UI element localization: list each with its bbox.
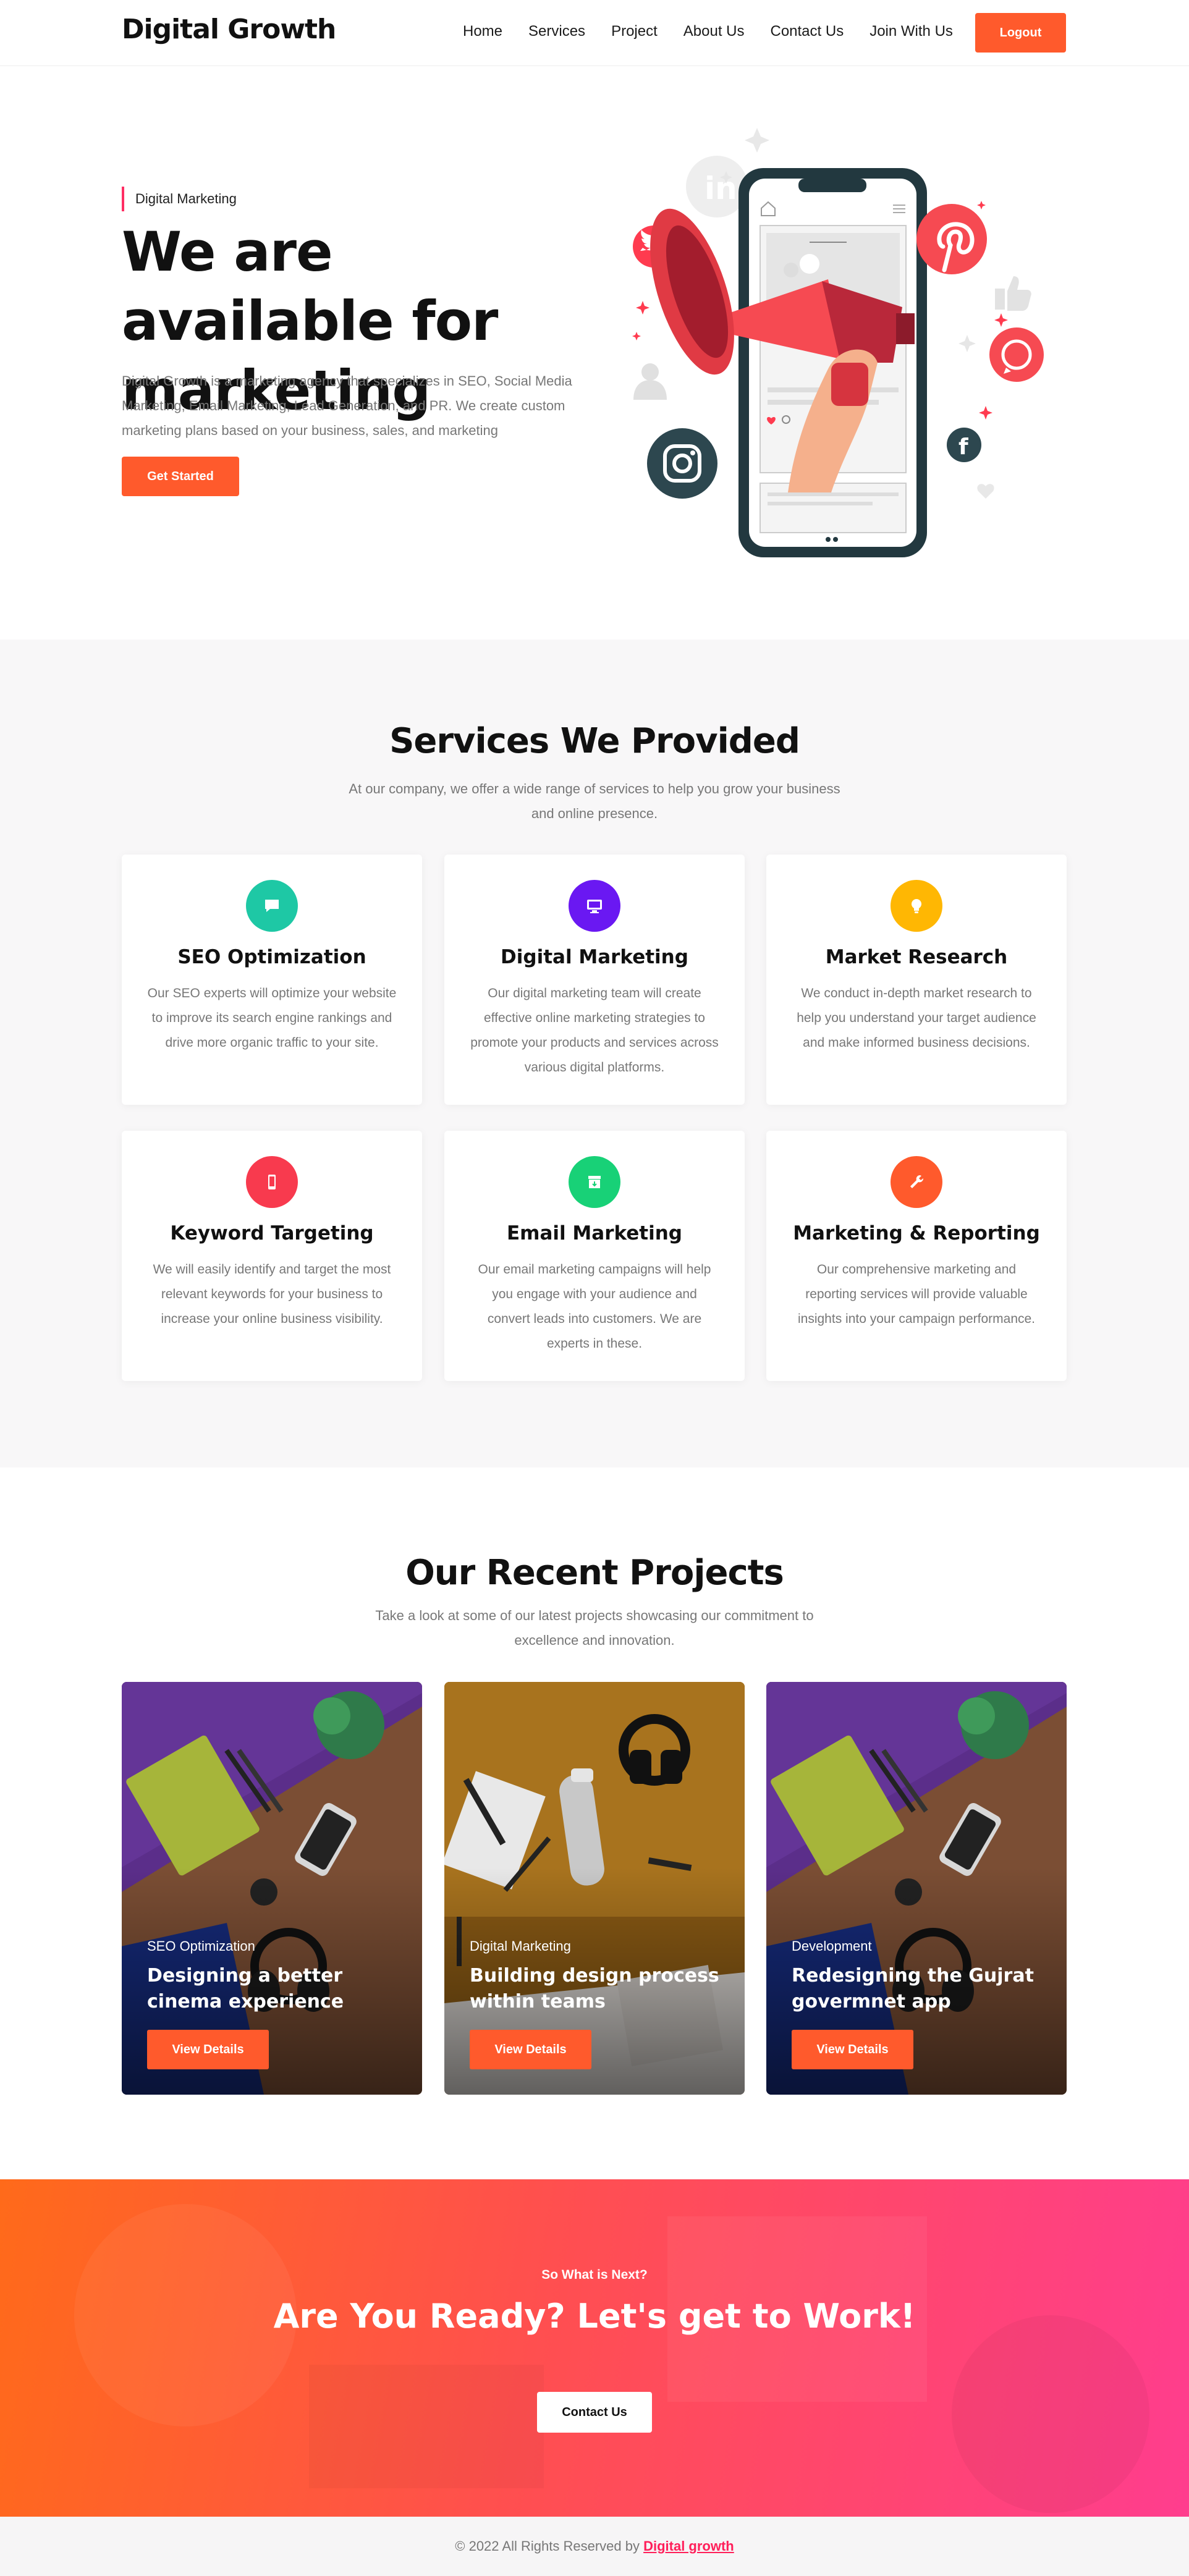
wrench-icon	[891, 1156, 942, 1208]
project-card-3[interactable]: Development Redesigning the Gujrat gover…	[766, 1682, 1067, 2095]
projects-title: Our Recent Projects	[405, 1553, 784, 1593]
services-subtitle: At our company, we offer a wide range of…	[349, 781, 840, 821]
service-card-title: Market Research	[825, 946, 1008, 968]
marketing-illustration: in f	[632, 128, 1044, 557]
copyright-text: © 2022 All Rights Reserved by	[455, 2538, 644, 2554]
cta-pretitle: So What is Next?	[541, 2268, 648, 2282]
service-card-text: Our SEO experts will optimize your websi…	[147, 986, 397, 1050]
monitor-icon	[569, 880, 620, 932]
mobile-icon	[246, 1156, 298, 1208]
view-details-button[interactable]: View Details	[470, 2030, 591, 2069]
top-navbar: Digital Growth Home Services Project Abo…	[0, 0, 1189, 66]
project-category: Digital Marketing	[470, 1938, 571, 1954]
nav-item-join-with-us[interactable]: Join With Us	[870, 23, 953, 40]
service-card-text: Our digital marketing team will create e…	[470, 986, 719, 1075]
service-card-marketing-reporting[interactable]: Marketing & Reporting Our comprehensive …	[766, 1131, 1067, 1381]
project-category: Development	[792, 1938, 872, 1954]
view-details-button[interactable]: View Details	[792, 2030, 913, 2069]
lightbulb-icon	[891, 880, 942, 932]
project-card-1[interactable]: SEO Optimization Designing a better cine…	[122, 1682, 422, 2095]
cta-background-texture	[74, 2204, 1149, 2513]
cta-title: Are You Ready? Let's get to Work!	[273, 2297, 916, 2336]
service-card-market-research[interactable]: Market Research We conduct in-depth mark…	[766, 855, 1067, 1105]
service-card-text: We will easily identify and target the m…	[153, 1262, 391, 1326]
projects-section: Our Recent Projects Take a look at some …	[0, 1467, 1189, 2179]
logout-button[interactable]: Logout	[975, 13, 1066, 53]
main-menu: Home Services Project About Us Contact U…	[463, 23, 979, 40]
nav-item-home[interactable]: Home	[463, 23, 502, 40]
user-icon	[641, 363, 659, 381]
cta-banner: So What is Next? Are You Ready? Let's ge…	[0, 2179, 1189, 2517]
svg-text:f: f	[958, 434, 968, 460]
hero-section: Digital Marketing We are available for m…	[0, 66, 1189, 640]
services-section: Services We Provided At our company, we …	[0, 640, 1189, 1467]
view-details-button[interactable]: View Details	[147, 2030, 269, 2069]
projects-subtitle: Take a look at some of our latest projec…	[375, 1608, 814, 1648]
project-category: SEO Optimization	[147, 1938, 255, 1954]
chat-icon	[246, 880, 298, 932]
nav-item-services[interactable]: Services	[528, 23, 585, 40]
svg-text:in: in	[705, 171, 737, 206]
service-card-keyword-targeting[interactable]: Keyword Targeting We will easily identif…	[122, 1131, 422, 1381]
service-card-text: Our comprehensive marketing and reportin…	[797, 1262, 1036, 1326]
service-card-text: We conduct in-depth market research to h…	[797, 986, 1036, 1050]
nav-item-contact-us[interactable]: Contact Us	[770, 23, 844, 40]
sparkle-icon	[745, 128, 769, 153]
pinterest-icon	[916, 204, 987, 274]
footer-brand-link[interactable]: Digital growth	[643, 2538, 734, 2554]
hero-description: Digital Growth is a marketing agency tha…	[122, 373, 572, 438]
service-card-title: Marketing & Reporting	[793, 1222, 1040, 1244]
project-card-2[interactable]: Digital Marketing Building design proces…	[444, 1682, 745, 2095]
service-card-title: Email Marketing	[506, 1222, 682, 1244]
nav-item-about-us[interactable]: About Us	[683, 23, 745, 40]
instagram-icon	[647, 428, 717, 499]
brand-logo[interactable]: Digital Growth	[122, 14, 336, 45]
service-card-text: Our email marketing campaigns will help …	[478, 1262, 711, 1351]
project-title: Building design process within teams	[470, 1965, 719, 2012]
service-card-title: Keyword Targeting	[170, 1222, 374, 1244]
contact-us-button[interactable]: Contact Us	[537, 2392, 652, 2433]
service-card-digital-marketing[interactable]: Digital Marketing Our digital marketing …	[444, 855, 745, 1105]
services-title: Services We Provided	[389, 721, 800, 761]
project-title: Redesigning the Gujrat govermnet app	[792, 1965, 1034, 2012]
hero-eyebrow: Digital Marketing	[122, 187, 237, 211]
whatsapp-icon	[989, 327, 1044, 382]
nav-item-project[interactable]: Project	[611, 23, 658, 40]
service-card-title: SEO Optimization	[177, 946, 366, 968]
archive-icon	[569, 1156, 620, 1208]
service-card-title: Digital Marketing	[501, 946, 688, 968]
thumbs-up-icon	[995, 276, 1031, 311]
service-card-email-marketing[interactable]: Email Marketing Our email marketing camp…	[444, 1131, 745, 1381]
project-title: Designing a better cinema experience	[147, 1965, 344, 2012]
service-card-seo-optimization[interactable]: SEO Optimization Our SEO experts will op…	[122, 855, 422, 1105]
get-started-button[interactable]: Get Started	[122, 457, 239, 496]
footer: © 2022 All Rights Reserved by Digital gr…	[0, 2517, 1189, 2576]
